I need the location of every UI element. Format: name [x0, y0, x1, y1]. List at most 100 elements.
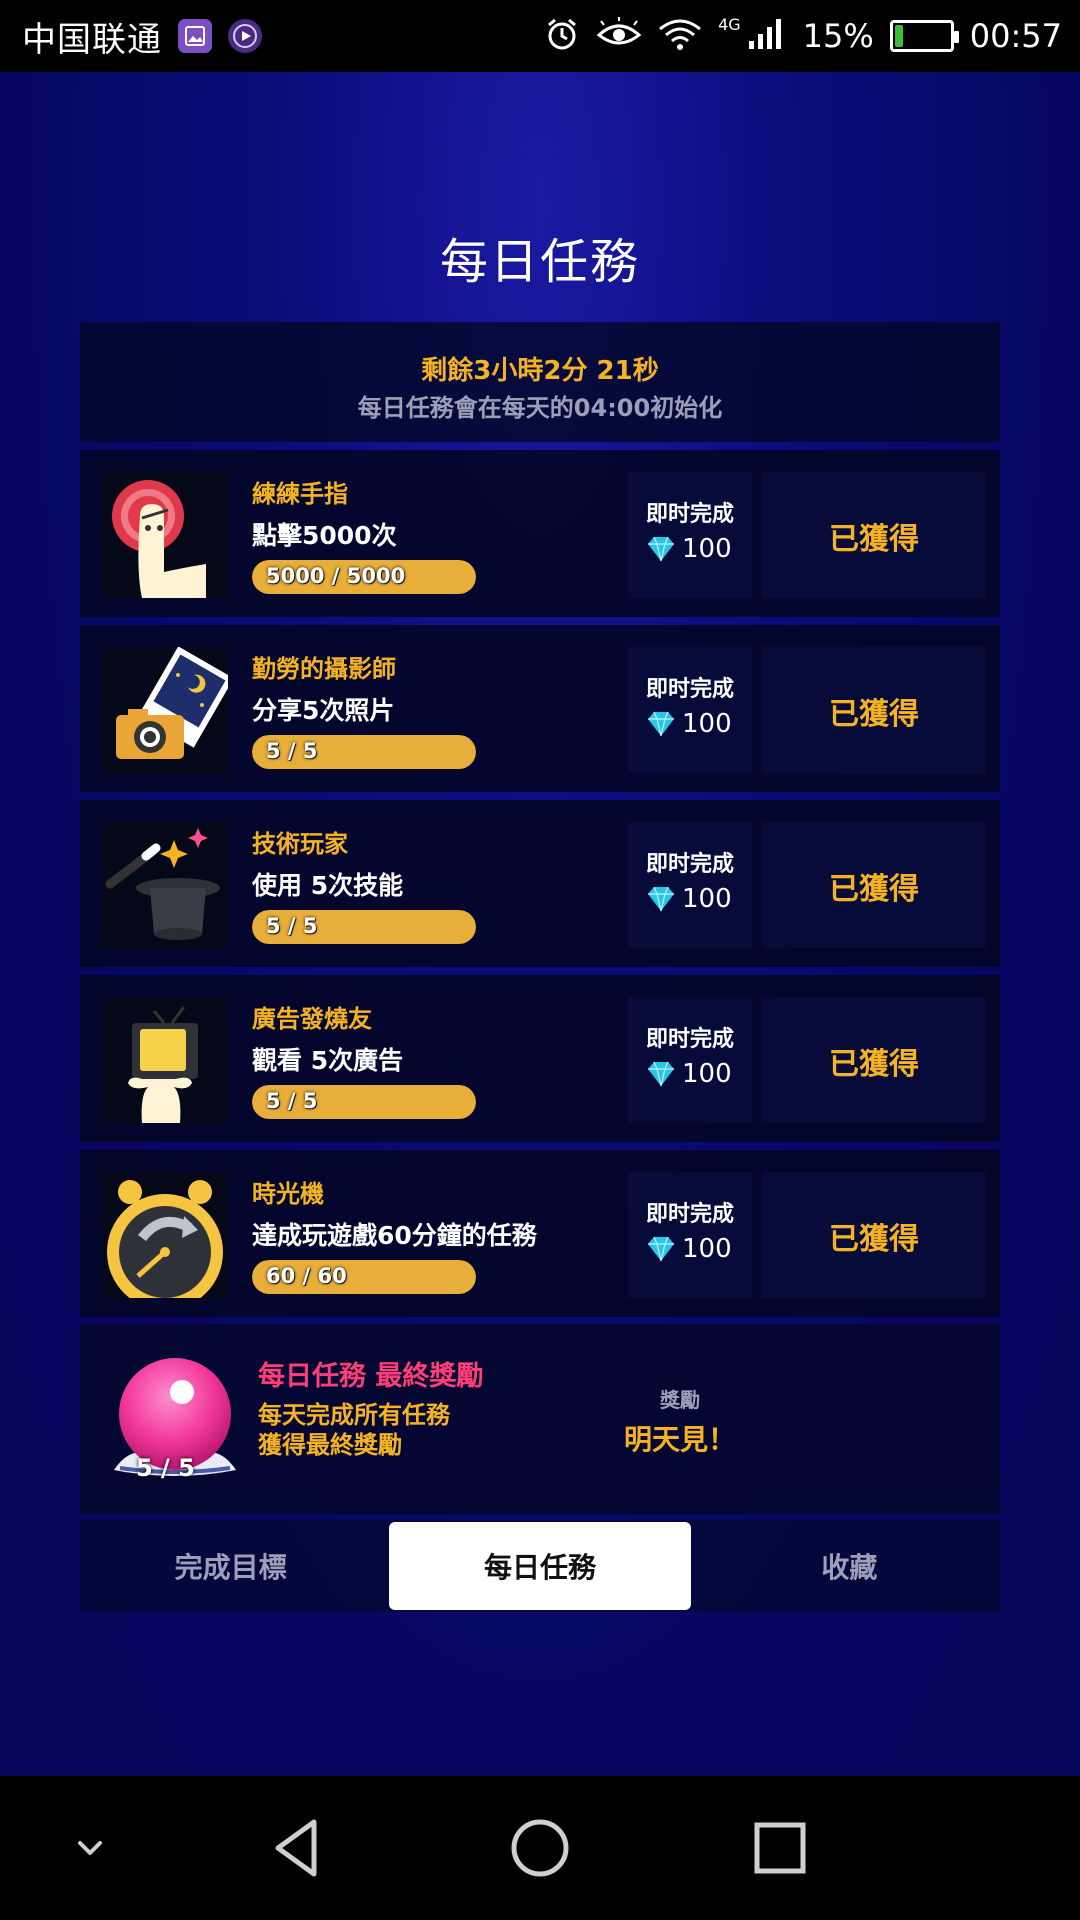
diamond-icon — [648, 1061, 674, 1087]
home-icon[interactable] — [504, 1812, 576, 1884]
reward-box: 即时完成 100 — [628, 822, 752, 948]
diamond-icon — [648, 1236, 674, 1262]
final-reward-label: 獎勵 — [660, 1388, 700, 1412]
progress-text: 5 / 5 — [266, 1089, 318, 1113]
task-description: 分享5次照片 — [252, 696, 395, 725]
final-desc-line2: 獲得最終獎勵 — [258, 1431, 402, 1459]
task-progress-bar: 60 / 60 — [252, 1260, 476, 1294]
progress-text: 5 / 5 — [266, 739, 318, 763]
reward-box: 即时完成 100 — [628, 1172, 752, 1298]
claim-status-button[interactable]: 已獲得 — [762, 1172, 986, 1298]
clock: 00:57 — [969, 17, 1062, 55]
diamond-count: 100 — [682, 1234, 732, 1264]
reward-amount: 100 — [646, 1234, 732, 1264]
time-machine-icon — [102, 1172, 228, 1298]
progress-text: 5 / 5 — [266, 914, 318, 938]
task-progress-bar: 5 / 5 — [252, 735, 476, 769]
progress-text: 60 / 60 — [266, 1264, 347, 1288]
navigation-bar — [0, 1776, 1080, 1920]
task-progress-bar: 5 / 5 — [252, 1085, 476, 1119]
task-row: 勤勞的攝影師 分享5次照片 5 / 5 即时完成 100 已獲得 — [80, 625, 1000, 792]
alarm-icon — [544, 16, 580, 56]
task-name: 時光機 — [252, 1180, 324, 1208]
reward-amount: 100 — [646, 534, 732, 564]
tab-achievements[interactable]: 完成目標 — [80, 1520, 381, 1612]
finger-tap-icon — [102, 472, 228, 598]
reward-label: 即时完成 — [645, 502, 734, 527]
battery-icon — [889, 20, 959, 52]
claimed-label: 已獲得 — [829, 522, 919, 557]
tab-collection[interactable]: 收藏 — [699, 1520, 1000, 1612]
magic-hat-icon — [102, 822, 228, 948]
final-reward-value[interactable]: 明天見！ — [560, 1418, 800, 1458]
reward-label: 即时完成 — [645, 852, 734, 877]
reset-timer-panel: 剩餘3小時2分 21秒 每日任務會在每天的04:00初始化 — [80, 322, 1000, 442]
task-row: 技術玩家 使用 5次技能 5 / 5 即时完成 100 已獲得 — [80, 800, 1000, 967]
status-bar: 中国联通 4G 15% 00:57 — [0, 0, 1080, 72]
claimed-label: 已獲得 — [829, 872, 919, 907]
claim-status-button[interactable]: 已獲得 — [762, 647, 986, 773]
claimed-label: 已獲得 — [829, 697, 919, 732]
battery-percent: 15% — [802, 17, 874, 55]
final-desc-line1: 每天完成所有任務 — [258, 1401, 450, 1429]
video-notification-icon — [228, 19, 262, 53]
diamond-count: 100 — [682, 1059, 732, 1089]
task-name: 勤勞的攝影師 — [252, 655, 396, 683]
signal-icon — [747, 17, 787, 55]
claim-status-button[interactable]: 已獲得 — [762, 997, 986, 1123]
reward-box: 即时完成 100 — [628, 647, 752, 773]
carrier-name: 中国联通 — [22, 19, 162, 60]
reward-amount: 100 — [646, 884, 732, 914]
back-icon[interactable] — [264, 1812, 336, 1884]
eye-comfort-icon — [596, 17, 642, 55]
reset-note: 每日任務會在每天的04:00初始化 — [357, 394, 723, 422]
final-reward-panel: 5 / 5 每日任務 最終獎勵 每天完成所有任務 獲得最終獎勵 獎勵 明天見！ — [80, 1324, 1000, 1514]
recent-apps-icon[interactable] — [744, 1812, 816, 1884]
reward-box: 即时完成 100 — [628, 472, 752, 598]
camera-photo-icon — [102, 647, 228, 773]
task-row: 練練手指 點擊5000次 5000 / 5000 即时完成 100 已獲得 — [80, 450, 1000, 617]
chevron-down-icon[interactable] — [54, 1812, 126, 1884]
diamond-count: 100 — [682, 709, 732, 739]
tab-daily-tasks[interactable]: 每日任務 — [389, 1522, 691, 1610]
reward-label: 即时完成 — [645, 677, 734, 702]
page-title: 每日任務 — [439, 234, 640, 290]
task-name: 練練手指 — [252, 480, 348, 508]
claim-status-button[interactable]: 已獲得 — [762, 822, 986, 948]
task-progress-bar: 5 / 5 — [252, 910, 476, 944]
diamond-icon — [648, 886, 674, 912]
task-list: 練練手指 點擊5000次 5000 / 5000 即时完成 100 已獲得 勤勞… — [80, 450, 1000, 1325]
gallery-notification-icon — [178, 19, 212, 53]
task-row: 時光機 達成玩遊戲60分鐘的任務 60 / 60 即时完成 100 已獲得 — [80, 1150, 1000, 1317]
diamond-count: 100 — [682, 534, 732, 564]
task-row: 廣告發燒友 觀看 5次廣告 5 / 5 即时完成 100 已獲得 — [80, 975, 1000, 1142]
diamond-count: 100 — [682, 884, 732, 914]
tv-ad-icon — [102, 997, 228, 1123]
task-name: 廣告發燒友 — [252, 1005, 372, 1033]
diamond-icon — [648, 711, 674, 737]
claimed-label: 已獲得 — [829, 1047, 919, 1082]
tab-bar: 完成目標 每日任務 收藏 — [80, 1520, 1000, 1612]
task-description: 觀看 5次廣告 — [252, 1046, 404, 1075]
reward-label: 即时完成 — [645, 1027, 734, 1052]
task-name: 技術玩家 — [252, 830, 348, 858]
task-description: 點擊5000次 — [252, 521, 397, 550]
reward-label: 即时完成 — [645, 1202, 734, 1227]
claimed-label: 已獲得 — [829, 1222, 919, 1257]
task-progress-bar: 5000 / 5000 — [252, 560, 476, 594]
task-description: 使用 5次技能 — [252, 871, 404, 900]
final-reward-title: 每日任務 最終獎勵 — [258, 1361, 484, 1392]
wifi-icon — [658, 17, 702, 55]
final-progress-count: 5 / 5 — [136, 1454, 195, 1482]
network-type: 4G — [718, 14, 741, 34]
diamond-icon — [648, 536, 674, 562]
final-reward-description: 每天完成所有任務 獲得最終獎勵 — [258, 1400, 518, 1460]
reward-amount: 100 — [646, 709, 732, 739]
time-remaining: 剩餘3小時2分 21秒 — [421, 356, 659, 386]
progress-text: 5000 / 5000 — [266, 564, 406, 588]
reward-amount: 100 — [646, 1059, 732, 1089]
task-description: 達成玩遊戲60分鐘的任務 — [252, 1221, 537, 1250]
claim-status-button[interactable]: 已獲得 — [762, 472, 986, 598]
app-screen: 每日任務 剩餘3小時2分 21秒 每日任務會在每天的04:00初始化 練練手指 … — [0, 72, 1080, 1776]
reward-box: 即时完成 100 — [628, 997, 752, 1123]
